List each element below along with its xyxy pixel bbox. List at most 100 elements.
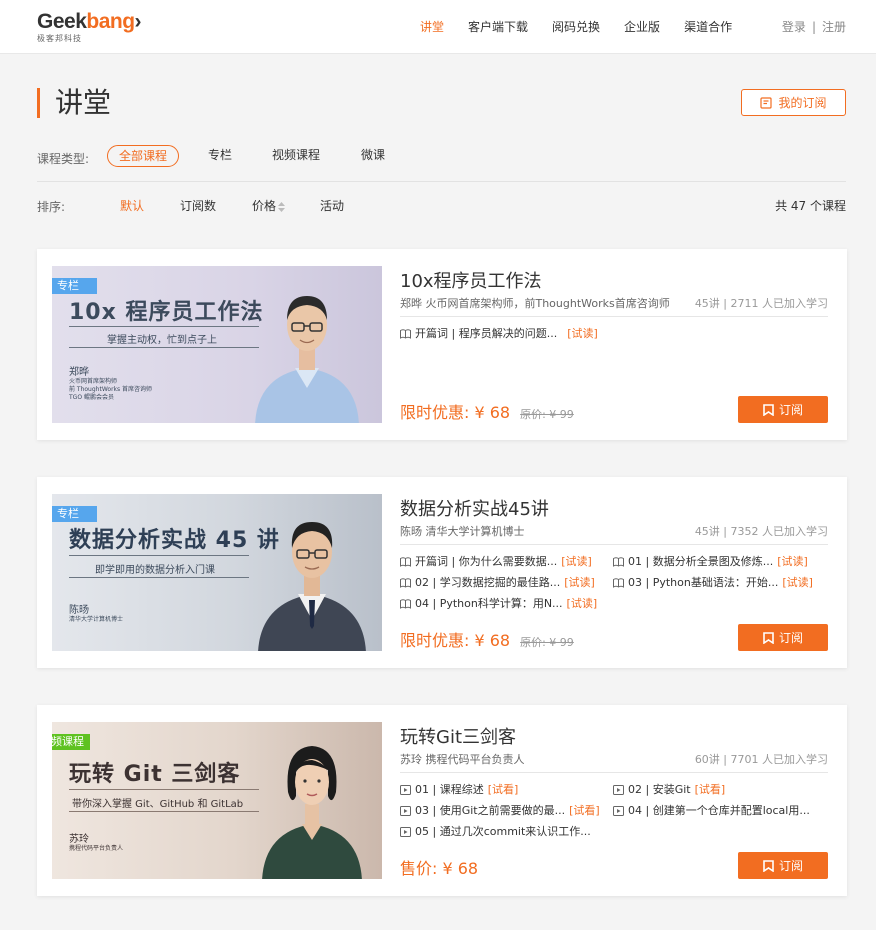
my-subscriptions-button[interactable]: 我的订阅 [741,89,846,116]
lesson-item[interactable]: 开篇词 | 程序员解决的问题... [试读] [400,325,613,343]
filter-micro-course[interactable]: 微课 [350,145,396,167]
original-price: 原价: ¥ 99 [520,636,574,649]
lesson-title: 03 | Python基础语法：开始... [628,576,779,589]
filter-video-course[interactable]: 视频课程 [261,145,331,167]
course-info: 数据分析实战45讲 陈旸 清华大学计算机博士 45讲 | 7352 人已加入学习… [400,497,828,613]
course-meta: 陈旸 清华大学计算机博士 45讲 | 7352 人已加入学习 [400,522,828,545]
subscribe-label: 订阅 [778,859,803,873]
video-icon [400,785,411,795]
article-icon [613,578,624,588]
login-link[interactable]: 登录 [782,20,806,34]
lesson-item[interactable]: 04 | Python科学计算：用N... [试读] [400,595,613,613]
nav-item-code-redeem[interactable]: 阅码兑换 [552,18,600,35]
course-tag: 视频课程 [52,734,90,750]
cover-author-name: 陈旸 [69,605,89,616]
lesson-title: 01 | 数据分析全景图及修炼... [628,555,774,568]
cover-subtitle: 即学即用的数据分析入门课 [95,565,215,576]
lesson-item[interactable]: 05 | 通过几次commit来认识工作... [400,823,613,841]
sort-bar: 排序: 默认 订阅数 价格 活动 共 47 个课程 [37,182,846,228]
sort-price[interactable]: 价格 [252,197,286,214]
course-author: 苏玲 携程代码平台负责人 [400,753,525,766]
cover-role-line: TGO 鲲鹏会会员 [69,394,114,401]
filter-column[interactable]: 专栏 [197,145,243,167]
lesson-trial-link[interactable]: [试读] [782,574,813,592]
lesson-item[interactable]: 01 | 课程综述 [试看] [400,781,613,799]
lesson-trial-link[interactable]: [试看] [569,802,600,820]
nav-item-jiangtang[interactable]: 讲堂 [420,18,444,35]
auth-links: 登录 | 注册 [782,18,846,35]
price: 售价: ¥ 68 [400,855,478,879]
sort-default[interactable]: 默认 [120,197,144,214]
nav-item-client-download[interactable]: 客户端下载 [468,18,528,35]
lesson-title: 01 | 课程综述 [415,783,484,796]
cover-divider [69,326,259,327]
course-author: 郑晔 火币网首席架构师，前ThoughtWorks首席咨询师 [400,297,670,310]
article-icon [400,557,411,567]
subscribe-button[interactable]: 订阅 [738,396,828,423]
cover-divider [69,577,249,578]
cover-divider [69,555,249,556]
lesson-title: 03 | 使用Git之前需要做的最... [415,804,566,817]
sale-price: 限时优惠: ¥ 68 [400,631,511,650]
logo-subtitle: 极客邦科技 [37,34,82,43]
lesson-trial-link[interactable]: [试读] [567,595,598,613]
article-icon [400,329,411,339]
lesson-title: 02 | 安装Git [628,783,691,796]
filter-all-courses[interactable]: 全部课程 [107,145,180,167]
geekbang-logo[interactable]: Geekbang› 极客邦科技 [37,10,142,44]
course-cover[interactable]: 专栏 数据分析实战 45 讲 即学即用的数据分析入门课 陈旸 清华大学计算机博士 [52,494,382,651]
price: 限时优惠: ¥ 68 原价: ¥ 99 [400,399,574,423]
nav-item-enterprise[interactable]: 企业版 [624,18,660,35]
bookmark-icon [763,631,774,644]
lesson-list: 01 | 课程综述 [试看] 02 | 安装Git [试看] 03 | 使用Git之… [400,781,828,841]
top-navigation-bar: Geekbang› 极客邦科技 讲堂 客户端下载 阅码兑换 企业版 渠道合作 登… [0,0,876,54]
subscribe-label: 订阅 [778,631,803,645]
cover-divider [69,347,259,348]
course-card[interactable]: 视频课程 玩转 Git 三剑客 带你深入掌握 Git、GitHub 和 GitL… [37,705,847,896]
lesson-item[interactable]: 03 | 使用Git之前需要做的最... [试看] [400,802,613,820]
lesson-trial-link[interactable]: [试读] [777,553,808,571]
course-title[interactable]: 玩转Git三剑客 [400,725,828,751]
sort-activity[interactable]: 活动 [320,197,344,214]
lesson-title: 05 | 通过几次commit来认识工作... [415,825,591,838]
video-icon [400,827,411,837]
course-title[interactable]: 数据分析实战45讲 [400,497,828,523]
course-meta: 郑晔 火币网首席架构师，前ThoughtWorks首席咨询师 45讲 | 271… [400,294,828,317]
course-stats: 60讲 | 7701 人已加入学习 [694,753,828,766]
lesson-item[interactable]: 开篇词 | 你为什么需要数据... [试读] [400,553,613,571]
subscribe-button[interactable]: 订阅 [738,852,828,879]
sort-arrows-icon [278,201,286,212]
video-icon [613,785,624,795]
lesson-trial-link[interactable]: [试读] [567,325,598,343]
cover-role-line: 携程代码平台负责人 [69,845,124,852]
course-title[interactable]: 10x程序员工作法 [400,269,828,295]
sale-price: 限时优惠: ¥ 68 [400,403,511,422]
bookmark-icon [763,859,774,872]
sale-price: 售价: ¥ 68 [400,859,479,878]
cover-divider [69,789,259,790]
lesson-trial-link[interactable]: [试读] [564,574,595,592]
subscribe-button[interactable]: 订阅 [738,624,828,651]
course-card[interactable]: 专栏 10x 程序员工作法 掌握主动权，忙到点子上 郑晔 火币网首席架构师前 T… [37,249,847,440]
price-row: 售价: ¥ 68 订阅 [400,852,828,879]
sort-price-label: 价格 [252,199,277,213]
lesson-trial-link[interactable]: [试看] [488,781,519,799]
lesson-trial-link[interactable]: [试看] [695,781,726,799]
lesson-item[interactable]: 02 | 安装Git [试看] [613,781,829,799]
lesson-item[interactable]: 04 | 创建第一个仓库并配置local用... [613,802,829,820]
page-title: 讲堂 [37,88,111,118]
lesson-item[interactable]: 01 | 数据分析全景图及修炼... [试读] [613,553,829,571]
nav-item-channel-partner[interactable]: 渠道合作 [684,18,732,35]
course-cover[interactable]: 专栏 10x 程序员工作法 掌握主动权，忙到点子上 郑晔 火币网首席架构师前 T… [52,266,382,423]
cover-subtitle: 掌握主动权，忙到点子上 [107,335,217,346]
register-link[interactable]: 注册 [822,20,846,34]
lesson-item[interactable]: 02 | 学习数据挖掘的最佳路... [试读] [400,574,613,592]
sort-subscriptions[interactable]: 订阅数 [180,197,216,214]
lesson-trial-link[interactable]: [试读] [561,553,592,571]
lesson-title: 开篇词 | 你为什么需要数据... [415,555,558,568]
course-card[interactable]: 专栏 数据分析实战 45 讲 即学即用的数据分析入门课 陈旸 清华大学计算机博士… [37,477,847,668]
logo-wordmark: Geekbang› [37,10,142,33]
lesson-item[interactable]: 03 | Python基础语法：开始... [试读] [613,574,829,592]
cover-divider [69,811,259,812]
course-cover[interactable]: 视频课程 玩转 Git 三剑客 带你深入掌握 Git、GitHub 和 GitL… [52,722,382,879]
